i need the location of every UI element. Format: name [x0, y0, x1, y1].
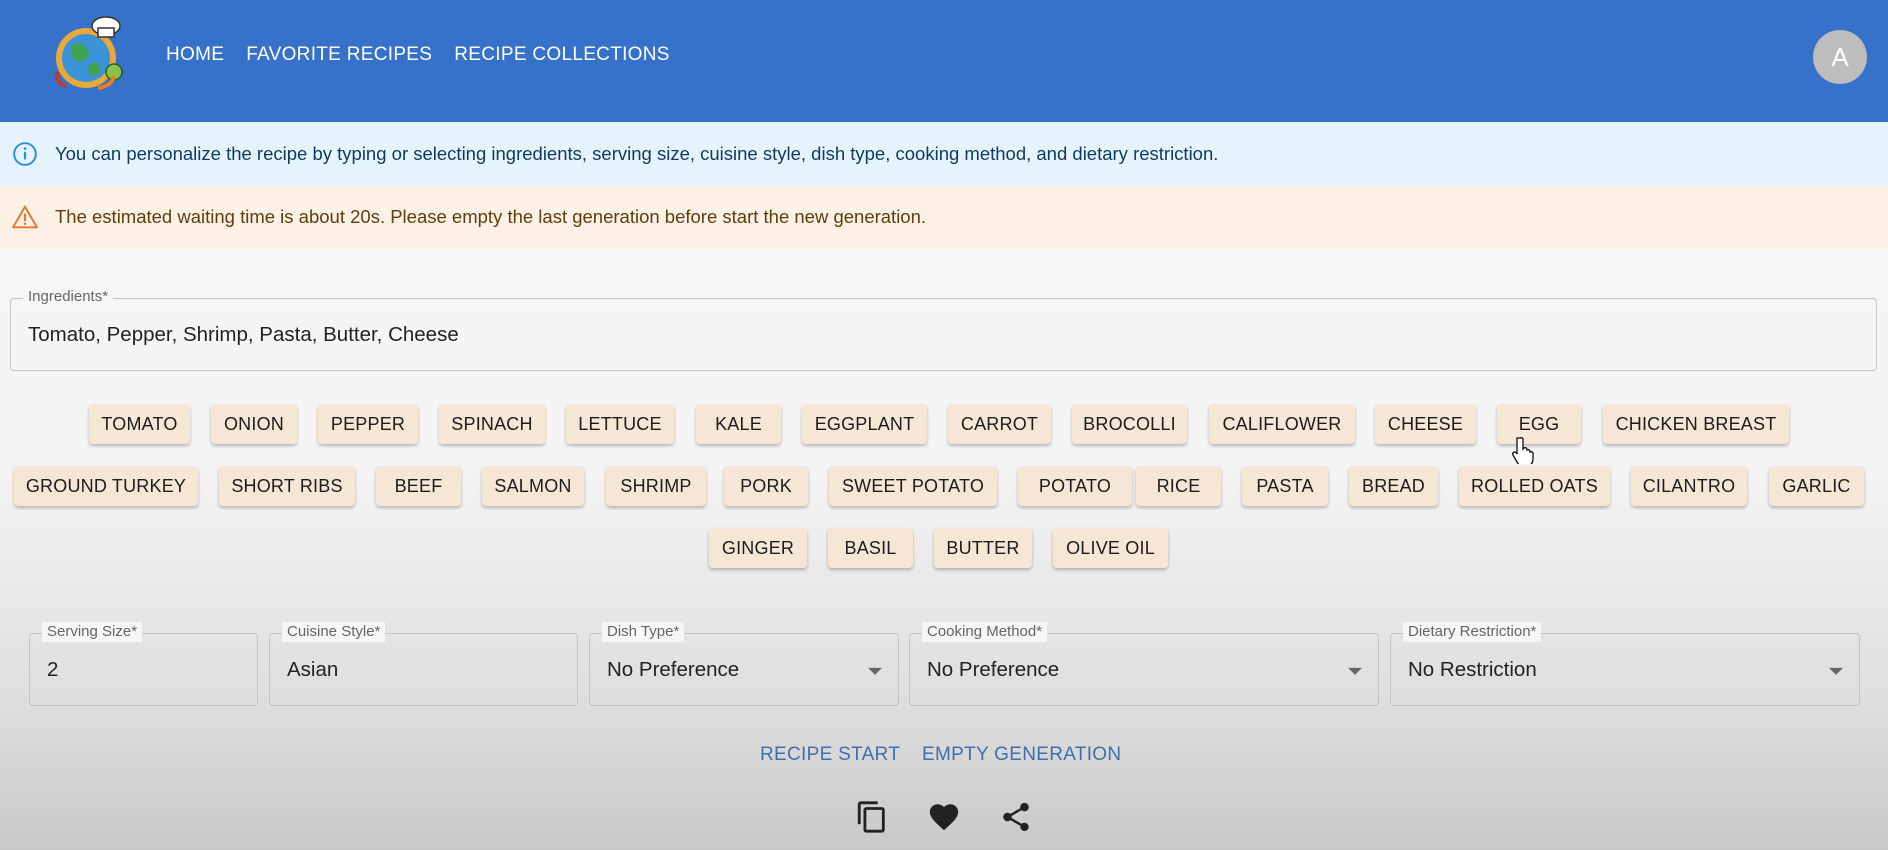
cooking-method-value[interactable]: No Preference [927, 658, 1059, 682]
chip-kale[interactable]: KALE [696, 404, 781, 444]
cuisine-style-input[interactable]: Cuisine Style* Asian [269, 622, 578, 706]
dish-type-value[interactable]: No Preference [607, 658, 739, 682]
info-alert: You can personalize the recipe by typing… [0, 122, 1888, 185]
dietary-restriction-value[interactable]: No Restriction [1408, 658, 1537, 682]
hand-cursor-icon [1512, 437, 1534, 464]
chevron-down-icon[interactable] [868, 667, 882, 675]
avatar[interactable]: A [1813, 30, 1867, 84]
serving-size-value[interactable]: 2 [47, 658, 58, 682]
chip-cilantro[interactable]: CILANTRO [1631, 466, 1747, 506]
chip-salmon[interactable]: SALMON [482, 466, 584, 506]
chip-shrimp[interactable]: SHRIMP [606, 466, 706, 506]
info-icon [13, 141, 37, 166]
share-icon[interactable] [999, 800, 1033, 834]
dish-type-select[interactable]: Dish Type* No Preference [589, 622, 899, 706]
ingredients-value[interactable]: Tomato, Pepper, Shrimp, Pasta, Butter, C… [28, 323, 459, 347]
chip-rolled-oats[interactable]: ROLLED OATS [1459, 466, 1610, 506]
main-nav: HOME FAVORITE RECIPES RECIPE COLLECTIONS [166, 44, 670, 66]
chip-short-ribs[interactable]: SHORT RIBS [219, 466, 355, 506]
nav-recipe-collections[interactable]: RECIPE COLLECTIONS [454, 44, 670, 66]
chip-bread[interactable]: BREAD [1349, 466, 1438, 506]
chip-pasta[interactable]: PASTA [1242, 466, 1328, 506]
chip-rice[interactable]: RICE [1136, 466, 1221, 506]
chip-ginger[interactable]: GINGER [709, 528, 807, 568]
nav-home[interactable]: HOME [166, 44, 224, 66]
cuisine-style-value[interactable]: Asian [287, 658, 338, 682]
chip-califlower[interactable]: CALIFLOWER [1209, 404, 1355, 444]
globe-chef-logo-icon[interactable] [46, 12, 134, 96]
chip-chicken-breast[interactable]: CHICKEN BREAST [1603, 404, 1789, 444]
chip-spinach[interactable]: SPINACH [439, 404, 545, 444]
chip-basil[interactable]: BASIL [828, 528, 913, 568]
recipe-start-button[interactable]: RECIPE START [760, 744, 900, 766]
warning-alert-text: The estimated waiting time is about 20s.… [55, 206, 927, 227]
heart-icon[interactable] [927, 800, 961, 834]
chip-eggplant[interactable]: EGGPLANT [802, 404, 927, 444]
dish-type-label: Dish Type* [602, 622, 685, 642]
chip-sweet-potato[interactable]: SWEET POTATO [829, 466, 997, 506]
chip-butter[interactable]: BUTTER [934, 528, 1032, 568]
chevron-down-icon[interactable] [1829, 667, 1843, 675]
cuisine-style-label: Cuisine Style* [282, 622, 386, 642]
dietary-restriction-label: Dietary Restriction* [1403, 622, 1542, 642]
empty-generation-button[interactable]: EMPTY GENERATION [922, 744, 1121, 766]
chip-carrot[interactable]: CARROT [948, 404, 1051, 444]
chip-olive-oil[interactable]: OLIVE OIL [1053, 528, 1168, 568]
chip-garlic[interactable]: GARLIC [1769, 466, 1864, 506]
ingredients-label: Ingredients* [23, 287, 114, 307]
chip-ground-turkey[interactable]: GROUND TURKEY [14, 466, 198, 506]
warning-icon [12, 205, 38, 229]
cooking-method-label: Cooking Method* [922, 622, 1048, 642]
dietary-restriction-select[interactable]: Dietary Restriction* No Restriction [1390, 622, 1860, 706]
chip-pork[interactable]: PORK [724, 466, 808, 506]
warning-alert: The estimated waiting time is about 20s.… [0, 185, 1888, 249]
nav-favorite-recipes[interactable]: FAVORITE RECIPES [246, 44, 432, 66]
serving-size-label: Serving Size* [42, 622, 143, 642]
info-alert-text: You can personalize the recipe by typing… [55, 142, 1219, 164]
chip-lettuce[interactable]: LETTUCE [566, 404, 674, 444]
chip-tomato[interactable]: TOMATO [89, 404, 190, 444]
chevron-down-icon[interactable] [1348, 667, 1362, 675]
chip-onion[interactable]: ONION [211, 404, 297, 444]
chip-brocolli[interactable]: BROCOLLI [1072, 404, 1187, 444]
serving-size-input[interactable]: Serving Size* 2 [29, 622, 258, 706]
copy-icon[interactable] [855, 800, 889, 834]
chip-beef[interactable]: BEEF [376, 466, 461, 506]
app-bar: HOME FAVORITE RECIPES RECIPE COLLECTIONS… [0, 0, 1888, 122]
chip-pepper[interactable]: PEPPER [318, 404, 418, 444]
chip-potato[interactable]: POTATO [1018, 466, 1132, 506]
cooking-method-select[interactable]: Cooking Method* No Preference [909, 622, 1379, 706]
chip-egg[interactable]: EGG [1497, 404, 1581, 444]
chip-cheese[interactable]: CHEESE [1375, 404, 1476, 444]
ingredients-input[interactable]: Ingredients* Tomato, Pepper, Shrimp, Pas… [10, 287, 1877, 371]
